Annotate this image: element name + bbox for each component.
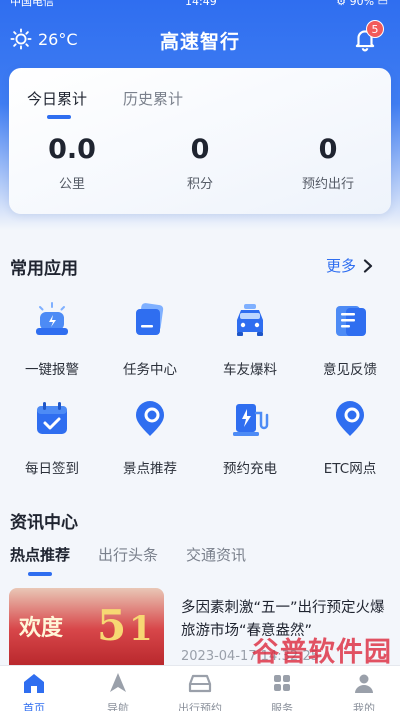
- tab-history-total[interactable]: 历史累计: [123, 88, 183, 109]
- svg-text:5: 5: [97, 601, 126, 650]
- page-title: 高速智行: [159, 31, 240, 53]
- common-apps-title: 常用应用: [10, 259, 78, 279]
- stat-label: 公里: [58, 177, 85, 192]
- stats-tabs: 今日累计 历史累计: [27, 88, 183, 119]
- app-driver-report[interactable]: 车友爆料: [200, 298, 300, 378]
- tab-services[interactable]: 服务: [242, 672, 322, 711]
- stats-card: 今日累计 历史累计 0.0 公里 0 积分 0 预约出行: [9, 68, 391, 214]
- tab-travel-headlines[interactable]: 出行头条: [98, 544, 158, 565]
- tab-label: 我的: [353, 702, 375, 711]
- chevron-right-icon: [363, 258, 373, 273]
- alarm-icon: [36, 302, 68, 335]
- app-label: 车友爆料: [223, 362, 277, 378]
- status-bar: 中国电信 ⌃ 14:49 ⚙ 90% ▭: [0, 0, 400, 14]
- calendar-check-icon: [37, 402, 67, 434]
- clock: 14:49: [185, 0, 217, 8]
- app-label: 景点推荐: [123, 461, 177, 477]
- app-header: 26°C 高速智行 5: [0, 20, 400, 58]
- stat-value: 0.0: [48, 134, 96, 165]
- news-timestamp: 2023-04-17 14:32:25: [181, 649, 320, 664]
- may-day-emblem: 5 1: [97, 601, 153, 650]
- stat-distance: 0.0 公里: [17, 134, 127, 192]
- tab-hot-picks[interactable]: 热点推荐: [10, 544, 70, 576]
- home-icon: [24, 674, 44, 693]
- car-report-icon: [237, 304, 263, 336]
- app-task-center[interactable]: 任务中心: [100, 298, 200, 378]
- app-label: ETC网点: [323, 461, 377, 477]
- feedback-icon: [336, 306, 366, 336]
- tab-trip-booking[interactable]: 出行预约: [160, 672, 240, 711]
- stat-value: 0: [190, 134, 210, 165]
- svg-text:1: 1: [129, 609, 153, 649]
- app-charging-reserve[interactable]: 预约充电: [200, 397, 300, 477]
- app-daily-checkin[interactable]: 每日签到: [2, 397, 102, 477]
- task-icon: [136, 303, 164, 335]
- tab-label: 服务: [271, 702, 293, 711]
- etc-pin-icon: [336, 401, 364, 436]
- app-label: 每日签到: [25, 461, 79, 477]
- bottom-tab-bar: 首页 导航 出行预约 服务 我的: [0, 665, 400, 711]
- tab-label: 导航: [107, 702, 129, 711]
- tab-label: 出行预约: [178, 702, 222, 711]
- tab-today-total[interactable]: 今日累计: [27, 88, 87, 119]
- app-feedback[interactable]: 意见反馈: [300, 298, 400, 378]
- carrier-label: 中国电信 ⌃: [10, 0, 67, 8]
- services-icon: [274, 675, 290, 691]
- user-icon: [355, 674, 373, 693]
- tab-navigation[interactable]: 导航: [78, 672, 158, 711]
- navigation-arrow-icon: [110, 673, 126, 692]
- stat-label: 预约出行: [301, 177, 354, 192]
- tab-traffic-news[interactable]: 交通资讯: [186, 544, 246, 565]
- news-item[interactable]: 欢度 5 1 多因素刺激“五一”出行预定火爆 旅游市场“春意盎然” 2023-0…: [0, 585, 400, 670]
- news-title: 多因素刺激“五一”出行预定火爆 旅游市场“春意盎然”: [181, 600, 385, 639]
- app-etc-outlets[interactable]: ETC网点: [300, 397, 400, 477]
- more-label: 更多: [325, 257, 356, 275]
- stat-label: 积分: [186, 177, 213, 192]
- more-apps-link[interactable]: 更多: [326, 255, 374, 276]
- charging-icon: [233, 404, 269, 436]
- tab-label: 首页: [23, 702, 45, 711]
- stat-value: 0: [318, 134, 338, 165]
- thumbnail-caption: 欢度: [19, 615, 64, 641]
- news-thumbnail: 欢度 5 1: [9, 588, 164, 670]
- tab-home[interactable]: 首页: [0, 672, 74, 711]
- stat-reservations: 0 预约出行: [273, 134, 383, 192]
- notification-button[interactable]: 5: [352, 20, 384, 52]
- stat-points: 0 积分: [145, 134, 255, 192]
- app-scenic-recommend[interactable]: 景点推荐: [100, 397, 200, 477]
- news-center-title: 资讯中心: [10, 513, 78, 533]
- app-label: 意见反馈: [323, 362, 377, 378]
- news-tabs: 热点推荐 出行头条 交通资讯: [10, 544, 246, 576]
- location-pin-icon: [136, 401, 164, 436]
- tab-profile[interactable]: 我的: [324, 672, 400, 711]
- battery-indicator: ⚙ 90% ▭: [336, 0, 388, 8]
- car-icon: [188, 674, 212, 693]
- app-label: 预约充电: [223, 461, 277, 477]
- app-emergency-alarm[interactable]: 一键报警: [2, 298, 102, 378]
- notification-badge: 5: [366, 20, 384, 38]
- app-label: 任务中心: [123, 362, 177, 378]
- app-label: 一键报警: [25, 362, 79, 378]
